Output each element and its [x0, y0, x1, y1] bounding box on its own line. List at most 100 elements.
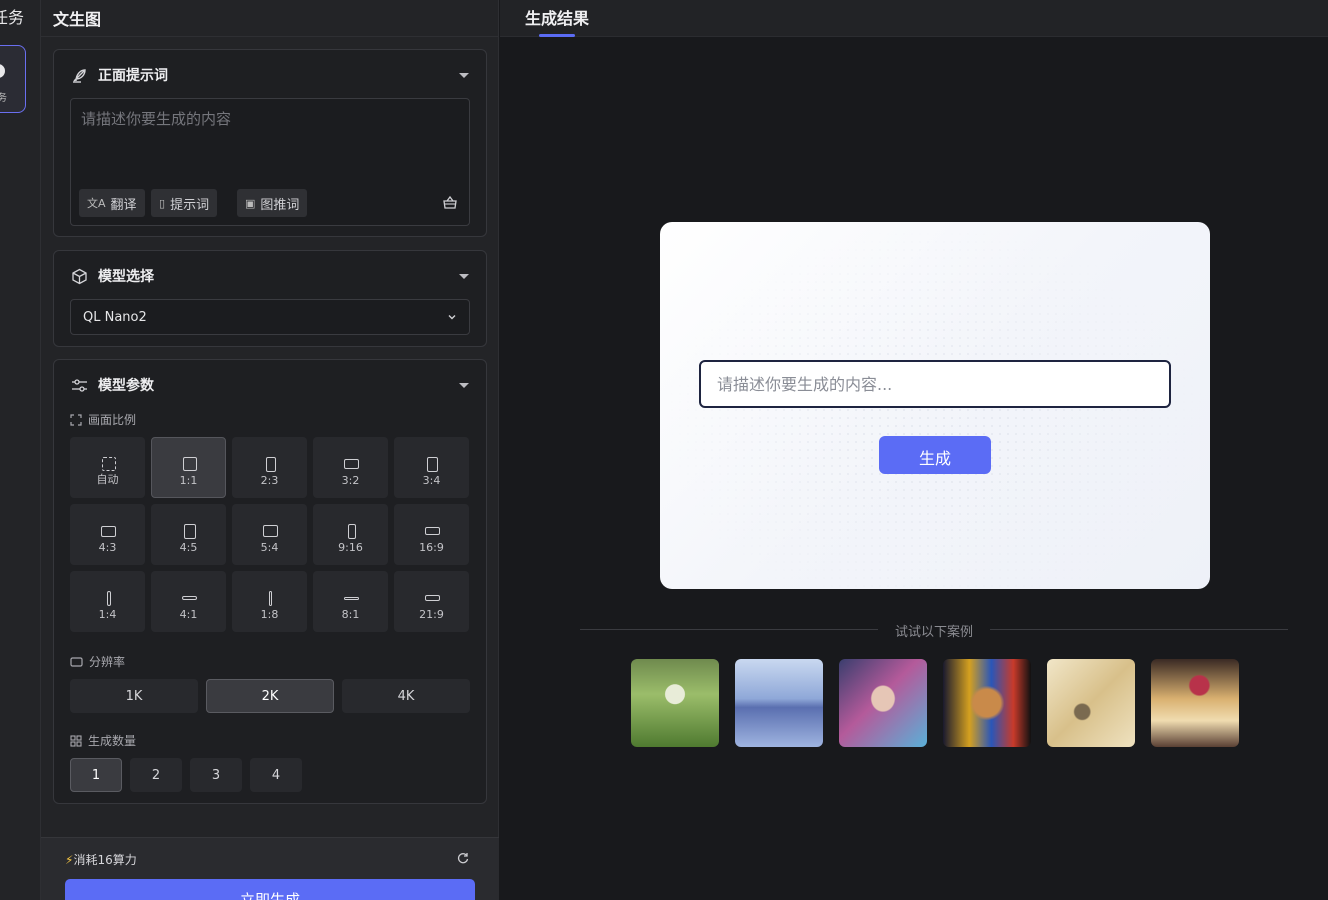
- prompt-card-header[interactable]: 正面提示词: [71, 65, 469, 85]
- count-2[interactable]: 2: [130, 758, 182, 792]
- rail-title: 任务: [0, 8, 25, 27]
- ratio-shape-icon: [347, 523, 356, 539]
- tab-underline: [539, 34, 575, 37]
- settings-panel: 文生图 正面提示词 文A 翻译 ▯ 提示词 ▣: [41, 0, 499, 900]
- sliders-icon: [72, 378, 87, 392]
- tab-result[interactable]: 生成结果: [525, 5, 589, 29]
- ratio-shape-icon: [182, 596, 197, 600]
- ratio-label: 5:4: [260, 541, 279, 554]
- translate-button[interactable]: 文A 翻译: [79, 189, 145, 217]
- example-thumb-4[interactable]: [943, 659, 1031, 747]
- ratio-option[interactable]: 8:1: [313, 571, 388, 632]
- clear-basket-icon[interactable]: [443, 195, 457, 209]
- ratio-shape-icon: [344, 596, 359, 600]
- ratio-shape-icon: [101, 457, 116, 471]
- ratio-label: 3:4: [422, 474, 441, 487]
- prompt-box: 文A 翻译 ▯ 提示词 ▣ 图推词: [70, 98, 470, 226]
- ratio-shape-icon: [425, 595, 440, 601]
- model-card-header[interactable]: 模型选择: [71, 266, 469, 286]
- ratio-option[interactable]: 21:9: [394, 571, 469, 632]
- grid-icon: [70, 734, 82, 747]
- ratio-label: 3:2: [341, 474, 360, 487]
- cost-text: ⚡消耗16算力: [65, 851, 137, 868]
- count-3-label: 3: [211, 767, 221, 783]
- result-area: 生成结果 生成 试试以下案例: [500, 0, 1328, 900]
- resolution-1k[interactable]: 1K: [70, 679, 198, 713]
- ratio-option[interactable]: 1:8: [232, 571, 307, 632]
- params-card-title: 模型参数: [98, 378, 154, 394]
- ratio-label: 16:9: [419, 541, 444, 554]
- example-thumb-5[interactable]: [1047, 659, 1135, 747]
- ratio-label: 8:1: [341, 608, 360, 621]
- ratio-option[interactable]: 4:3: [70, 504, 145, 565]
- example-thumb-1[interactable]: [631, 659, 719, 747]
- translate-label: 翻译: [110, 197, 137, 213]
- image-icon: ▣: [245, 196, 256, 210]
- ratio-option[interactable]: 5:4: [232, 504, 307, 565]
- result-tabs: 生成结果: [500, 0, 1328, 37]
- ratio-option[interactable]: 3:4: [394, 437, 469, 498]
- ratio-shape-icon: [183, 523, 196, 539]
- ratio-label: 1:1: [179, 474, 198, 487]
- resolution-label-text: 分辨率: [89, 655, 126, 669]
- generate-now-button[interactable]: 立即生成: [65, 879, 475, 900]
- image-to-prompt-label: 图推词: [260, 197, 300, 213]
- params-card-header[interactable]: 模型参数: [71, 375, 469, 395]
- example-thumb-2[interactable]: [735, 659, 823, 747]
- model-card: 模型选择 QL Nano2: [53, 250, 487, 347]
- ratio-label: 21:9: [419, 608, 444, 621]
- ratio-option[interactable]: 4:1: [151, 571, 226, 632]
- refresh-icon[interactable]: [457, 852, 469, 864]
- ratio-option[interactable]: 3:2: [313, 437, 388, 498]
- count-1[interactable]: 1: [70, 758, 122, 792]
- ratio-label: 2:3: [260, 474, 279, 487]
- ratio-option[interactable]: 2:3: [232, 437, 307, 498]
- divider-line-right: [990, 629, 1288, 630]
- prompt-input[interactable]: [71, 99, 469, 185]
- model-select[interactable]: QL Nano2: [70, 299, 470, 335]
- count-4-label: 4: [271, 767, 281, 783]
- ratio-label: 4:3: [98, 541, 117, 554]
- ratio-shape-icon: [427, 456, 438, 472]
- ratio-label: 1:4: [98, 608, 117, 621]
- ratio-option[interactable]: 16:9: [394, 504, 469, 565]
- count-4[interactable]: 4: [250, 758, 302, 792]
- cost-value: 消耗16算力: [73, 853, 137, 867]
- translate-icon: 文A: [87, 197, 106, 210]
- ratio-option[interactable]: 1:4: [70, 571, 145, 632]
- feather-icon: [73, 68, 86, 83]
- ratio-label: 1:8: [260, 608, 279, 621]
- ratio-option[interactable]: 1:1: [151, 437, 226, 498]
- prompt-library-label: 提示词: [170, 197, 210, 213]
- prompt-card-title: 正面提示词: [98, 68, 168, 84]
- count-2-label: 2: [151, 767, 161, 783]
- ratio-option[interactable]: 4:5: [151, 504, 226, 565]
- panel-title: 文生图: [53, 10, 102, 29]
- hero-generate-button[interactable]: 生成: [879, 436, 991, 474]
- resolution-2k[interactable]: 2K: [206, 679, 334, 713]
- resolution-4k[interactable]: 4K: [342, 679, 470, 713]
- image-to-prompt-button[interactable]: ▣ 图推词: [237, 189, 308, 217]
- hero-prompt-input[interactable]: [699, 360, 1171, 408]
- resolution-4k-label: 4K: [397, 688, 415, 704]
- rail-task-item[interactable]: 务: [0, 45, 26, 113]
- prompt-library-button[interactable]: ▯ 提示词: [151, 189, 218, 217]
- hero-card: 生成: [660, 222, 1210, 589]
- collapse-caret-icon[interactable]: [459, 382, 469, 388]
- collapse-caret-icon[interactable]: [459, 273, 469, 279]
- ratio-option[interactable]: 9:16: [313, 504, 388, 565]
- ratio-shape-icon: [182, 457, 197, 471]
- count-3[interactable]: 3: [190, 758, 242, 792]
- monitor-icon: [70, 656, 83, 667]
- example-thumb-6[interactable]: [1151, 659, 1239, 747]
- ratio-shape-icon: [101, 525, 116, 537]
- resolution-2k-label: 2K: [261, 688, 279, 704]
- ratio-shape-icon: [263, 525, 278, 537]
- ratio-label: 4:1: [179, 608, 198, 621]
- ratio-label: 4:5: [179, 541, 198, 554]
- example-thumb-3[interactable]: [839, 659, 927, 747]
- divider-line-left: [580, 629, 878, 630]
- collapse-caret-icon[interactable]: [459, 72, 469, 78]
- aspect-icon: [70, 413, 82, 426]
- ratio-option[interactable]: 自动: [70, 437, 145, 498]
